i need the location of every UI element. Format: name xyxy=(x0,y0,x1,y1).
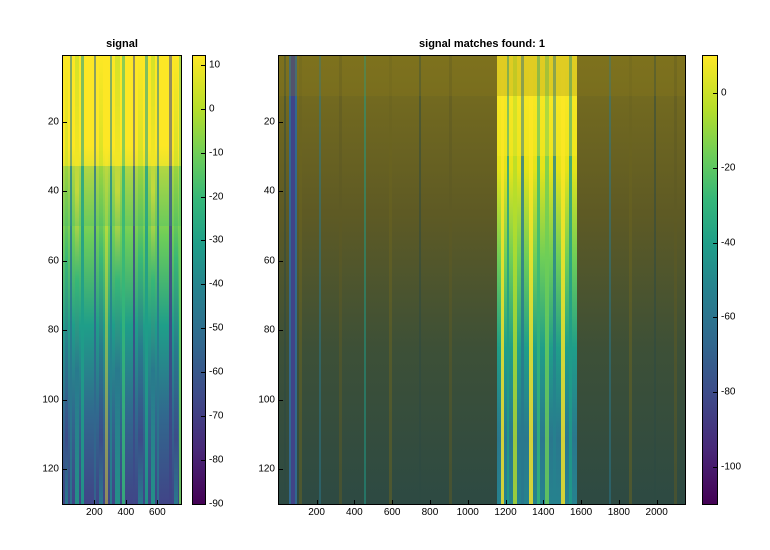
ytick-label: 80 xyxy=(48,325,63,336)
tickmark xyxy=(468,500,469,504)
tickmark xyxy=(201,372,205,373)
xtick-label: 200 xyxy=(308,504,325,518)
tickmark xyxy=(94,500,95,504)
ytick-label: 40 xyxy=(48,186,63,197)
tickmark xyxy=(713,168,717,169)
xtick-label: 1800 xyxy=(608,504,630,518)
tickmark xyxy=(279,330,283,331)
ytick-label: 80 xyxy=(264,325,279,336)
colorbar-tick-label: -100 xyxy=(717,461,741,472)
ytick-label: 60 xyxy=(264,255,279,266)
tickmark xyxy=(201,240,205,241)
heatmap-signal xyxy=(63,56,181,504)
tickmark xyxy=(201,416,205,417)
xtick-label: 2000 xyxy=(646,504,668,518)
xtick-label: 200 xyxy=(86,504,103,518)
colorbar-tick-label: 0 xyxy=(717,88,727,99)
xtick-label: 1000 xyxy=(457,504,479,518)
tickmark xyxy=(201,65,205,66)
title-matches: signal matches found: 1 xyxy=(279,38,685,50)
tickmark xyxy=(63,469,67,470)
tickmark xyxy=(201,153,205,154)
colorbar-tick-label: -90 xyxy=(205,499,223,510)
colorbar-tick-label: -60 xyxy=(717,312,735,323)
heatmap-matches xyxy=(279,56,685,504)
colorbar-tick-label: -20 xyxy=(205,191,223,202)
tickmark xyxy=(279,261,283,262)
tickmark xyxy=(279,122,283,123)
tickmark xyxy=(126,500,127,504)
xtick-label: 1200 xyxy=(494,504,516,518)
xtick-label: 400 xyxy=(118,504,135,518)
tickmark xyxy=(543,500,544,504)
tickmark xyxy=(317,500,318,504)
tickmark xyxy=(713,243,717,244)
tickmark xyxy=(201,109,205,110)
colorbar-gradient xyxy=(703,56,717,504)
colorbar-tick-label: -10 xyxy=(205,147,223,158)
colorbar-tick-label: -40 xyxy=(717,237,735,248)
ytick-label: 100 xyxy=(258,394,279,405)
tickmark xyxy=(201,328,205,329)
tickmark xyxy=(201,284,205,285)
tickmark xyxy=(279,469,283,470)
tickmark xyxy=(201,197,205,198)
colorbar-tick-label: -80 xyxy=(717,387,735,398)
axes-matches: signal matches found: 1 xyxy=(278,55,686,505)
colorbar-tick-label: -70 xyxy=(205,411,223,422)
tickmark xyxy=(63,191,67,192)
tickmark xyxy=(713,467,717,468)
colorbar-signal: 100-10-20-30-40-50-60-70-80-90 xyxy=(192,55,206,505)
tickmark xyxy=(201,504,205,505)
xtick-label: 400 xyxy=(346,504,363,518)
ytick-label: 20 xyxy=(264,116,279,127)
ytick-label: 40 xyxy=(264,186,279,197)
xtick-label: 1600 xyxy=(570,504,592,518)
colorbar-tick-label: -40 xyxy=(205,279,223,290)
colorbar-tick-label: -60 xyxy=(205,367,223,378)
colorbar-tick-label: -50 xyxy=(205,323,223,334)
tickmark xyxy=(657,500,658,504)
tickmark xyxy=(63,330,67,331)
tickmark xyxy=(713,93,717,94)
xtick-label: 600 xyxy=(384,504,401,518)
tickmark xyxy=(157,500,158,504)
tickmark xyxy=(63,261,67,262)
tickmark xyxy=(506,500,507,504)
colorbar-tick-label: -30 xyxy=(205,235,223,246)
tickmark xyxy=(279,191,283,192)
colorbar-tick-label: -80 xyxy=(205,455,223,466)
xtick-label: 1400 xyxy=(532,504,554,518)
xtick-label: 800 xyxy=(422,504,439,518)
title-signal: signal xyxy=(63,38,181,50)
tickmark xyxy=(63,400,67,401)
tickmark xyxy=(279,400,283,401)
tickmark xyxy=(619,500,620,504)
tickmark xyxy=(581,500,582,504)
tickmark xyxy=(713,392,717,393)
tickmark xyxy=(354,500,355,504)
tickmark xyxy=(430,500,431,504)
ytick-label: 60 xyxy=(48,255,63,266)
ytick-label: 20 xyxy=(48,116,63,127)
xtick-label: 600 xyxy=(149,504,166,518)
ytick-label: 100 xyxy=(42,394,63,405)
colorbar-gradient xyxy=(193,56,205,504)
colorbar-matches: 0-20-40-60-80-100 xyxy=(702,55,718,505)
ytick-label: 120 xyxy=(42,464,63,475)
tickmark xyxy=(392,500,393,504)
tickmark xyxy=(63,122,67,123)
colorbar-tick-label: 10 xyxy=(205,59,220,70)
tickmark xyxy=(713,317,717,318)
colorbar-tick-label: 0 xyxy=(205,103,215,114)
ytick-label: 120 xyxy=(258,464,279,475)
tickmark xyxy=(201,460,205,461)
axes-signal: signal xyxy=(62,55,182,505)
colorbar-tick-label: -20 xyxy=(717,163,735,174)
figure: signal xyxy=(0,0,770,550)
